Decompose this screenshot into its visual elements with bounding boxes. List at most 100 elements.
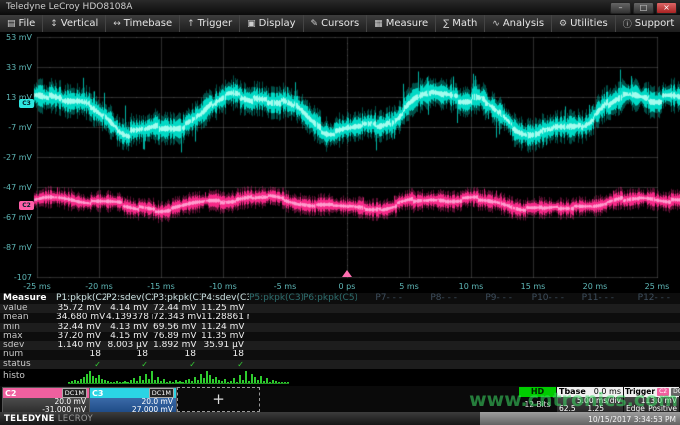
measure-cell — [462, 323, 517, 332]
channel-marker-c2[interactable]: C2 — [19, 201, 34, 210]
measure-cell — [249, 341, 303, 350]
measure-row-mean: mean34.680 mV4.139378 mV72.343 mV11.2886… — [0, 313, 680, 322]
measure-cell: 34.680 mV — [56, 313, 106, 322]
measure-cell: 69.56 mV — [153, 323, 201, 332]
timebase-box[interactable]: Tbase 0.0 ms 5.00 ms/div 62.5 MS 1.25 GS… — [557, 387, 623, 412]
x-axis-label: 5 ms — [389, 282, 429, 291]
menu-item-file[interactable]: ▤File — [0, 15, 42, 32]
measure-cell: ✓ — [153, 360, 201, 369]
measure-cell — [407, 323, 462, 332]
add-channel-button[interactable]: + — [177, 387, 260, 412]
channel-box-c2[interactable]: C2DC1M20.0 mV-31.000 mV — [2, 387, 90, 414]
x-axis-label: 25 ms — [637, 282, 677, 291]
waveform-canvas — [0, 32, 680, 282]
measure-cell — [517, 304, 569, 313]
measure-cell: 72.343 mV — [153, 313, 201, 322]
measure-cell: 1.140 mV — [56, 341, 106, 350]
trigger-box[interactable]: Trigger C2 DC 113.0 mV Edge Positive — [624, 387, 679, 412]
measure-cell — [462, 341, 517, 350]
maximize-button[interactable]: □ — [633, 2, 654, 14]
menu-item-label: Measure — [386, 18, 429, 29]
y-axis-label: -87 mV — [0, 243, 32, 252]
measure-cell: 4.13 mV — [106, 323, 153, 332]
menu-item-analysis[interactable]: ∿Analysis — [484, 15, 551, 32]
y-axis-label: 53 mV — [0, 33, 32, 42]
histogram-p1 — [68, 369, 127, 384]
menu-item-label: Math — [452, 18, 477, 29]
measure-cell — [517, 350, 569, 359]
minimize-button[interactable]: – — [610, 2, 631, 14]
measure-cell — [249, 350, 303, 359]
title-bar: Teledyne LeCroy HDO8108A – □ × — [0, 0, 680, 16]
measure-table: MeasureP1:pkpk(C2)P2:sdev(C2)P3:pkpk(C3)… — [0, 293, 680, 386]
measure-cell — [569, 313, 619, 322]
measure-col-header-p1[interactable]: P1:pkpk(C2) — [56, 293, 106, 304]
measure-cell — [303, 350, 357, 359]
menu-item-utilities[interactable]: ⚙Utilities — [551, 15, 615, 32]
measure-cell — [569, 323, 619, 332]
measure-col-header-p2[interactable]: P2:sdev(C2) — [106, 293, 153, 304]
measure-cell — [569, 304, 619, 313]
cursors-icon: ✎ — [311, 19, 319, 29]
channel-marker-c3[interactable]: C3 — [19, 99, 34, 108]
x-axis-label: -25 ms — [17, 282, 57, 291]
measure-cell — [249, 313, 303, 322]
measure-cell — [619, 341, 675, 350]
measure-cell: 32.44 mV — [56, 323, 106, 332]
measure-col-header-p3[interactable]: P3:pkpk(C3) — [153, 293, 201, 304]
measure-cell — [619, 332, 675, 341]
measure-cell — [619, 304, 675, 313]
menu-item-display[interactable]: ▣Display — [239, 15, 302, 32]
x-axis-label: 10 ms — [451, 282, 491, 291]
measure-col-header-p7: P7- - - — [357, 293, 407, 304]
measure-cell: ✓ — [106, 360, 153, 369]
channel-name: C2 — [5, 389, 16, 398]
row-label-mean: mean — [0, 313, 56, 322]
y-axis-label: -27 mV — [0, 153, 32, 162]
measure-cell: 8.003 µV — [106, 341, 153, 350]
trigger-slope: Positive — [648, 405, 677, 413]
channel-box-c3[interactable]: C3DC1M20.0 mV27.000 mV — [89, 387, 177, 414]
measure-row-status: status✓✓✓✓ — [0, 360, 680, 369]
measure-cell: 4.139378 mV — [106, 313, 153, 322]
y-axis-label: 33 mV — [0, 63, 32, 72]
y-axis-label: -7 mV — [0, 123, 32, 132]
menu-item-label: File — [19, 18, 36, 29]
measure-cell — [462, 360, 517, 369]
measure-cell — [569, 332, 619, 341]
hd-bits: 12 Bits — [519, 397, 556, 409]
measure-row-min: min32.44 mV4.13 mV69.56 mV11.24 mV — [0, 323, 680, 332]
menu-item-vertical[interactable]: ↕Vertical — [42, 15, 105, 32]
measure-cell — [249, 360, 303, 369]
waveform-display: 53 mV33 mV13 mV-7 mV-27 mV-47 mV-67 mV-8… — [0, 32, 680, 282]
measure-row-sdev: sdev1.140 mV8.003 µV1.892 mV35.91 µV — [0, 341, 680, 350]
menu-item-cursors[interactable]: ✎Cursors — [303, 15, 367, 32]
tbase-samples: 62.5 MS — [559, 405, 587, 413]
file-icon: ▤ — [7, 19, 16, 29]
measure-cell — [357, 350, 407, 359]
trigger-source-badge: C2 — [657, 388, 669, 396]
measure-col-header-p12: P12- - - — [619, 293, 675, 304]
measure-cell: 18 — [56, 350, 106, 359]
hd-mode-box[interactable]: HD 12 Bits — [519, 387, 556, 412]
row-label-num: num — [0, 350, 56, 359]
measure-cell — [407, 304, 462, 313]
measure-col-header-p5[interactable]: P5:pkpk(C3) — [249, 293, 303, 304]
menu-item-trigger[interactable]: ↑Trigger — [179, 15, 239, 32]
measure-col-header-p6[interactable]: P6:pkpk(C5) — [303, 293, 357, 304]
close-button[interactable]: × — [656, 2, 677, 14]
menu-item-measure[interactable]: ▦Measure — [366, 15, 435, 32]
menu-item-support[interactable]: ⓘSupport — [615, 15, 680, 32]
row-label-sdev: sdev — [0, 341, 56, 350]
measure-cell — [249, 332, 303, 341]
menu-item-math[interactable]: ∑Math — [435, 15, 484, 32]
measure-cell: 72.44 mV — [153, 304, 201, 313]
measure-cell — [249, 304, 303, 313]
menu-item-timebase[interactable]: ↔Timebase — [105, 15, 179, 32]
measure-col-header-p4[interactable]: P4:sdev(C3) — [201, 293, 249, 304]
measure-cell: 4.14 mV — [106, 304, 153, 313]
utilities-icon: ⚙ — [559, 19, 567, 29]
trigger-time-marker[interactable] — [342, 270, 352, 277]
measure-col-header-p11: P11- - - — [569, 293, 619, 304]
histogram-p4 — [230, 369, 289, 384]
